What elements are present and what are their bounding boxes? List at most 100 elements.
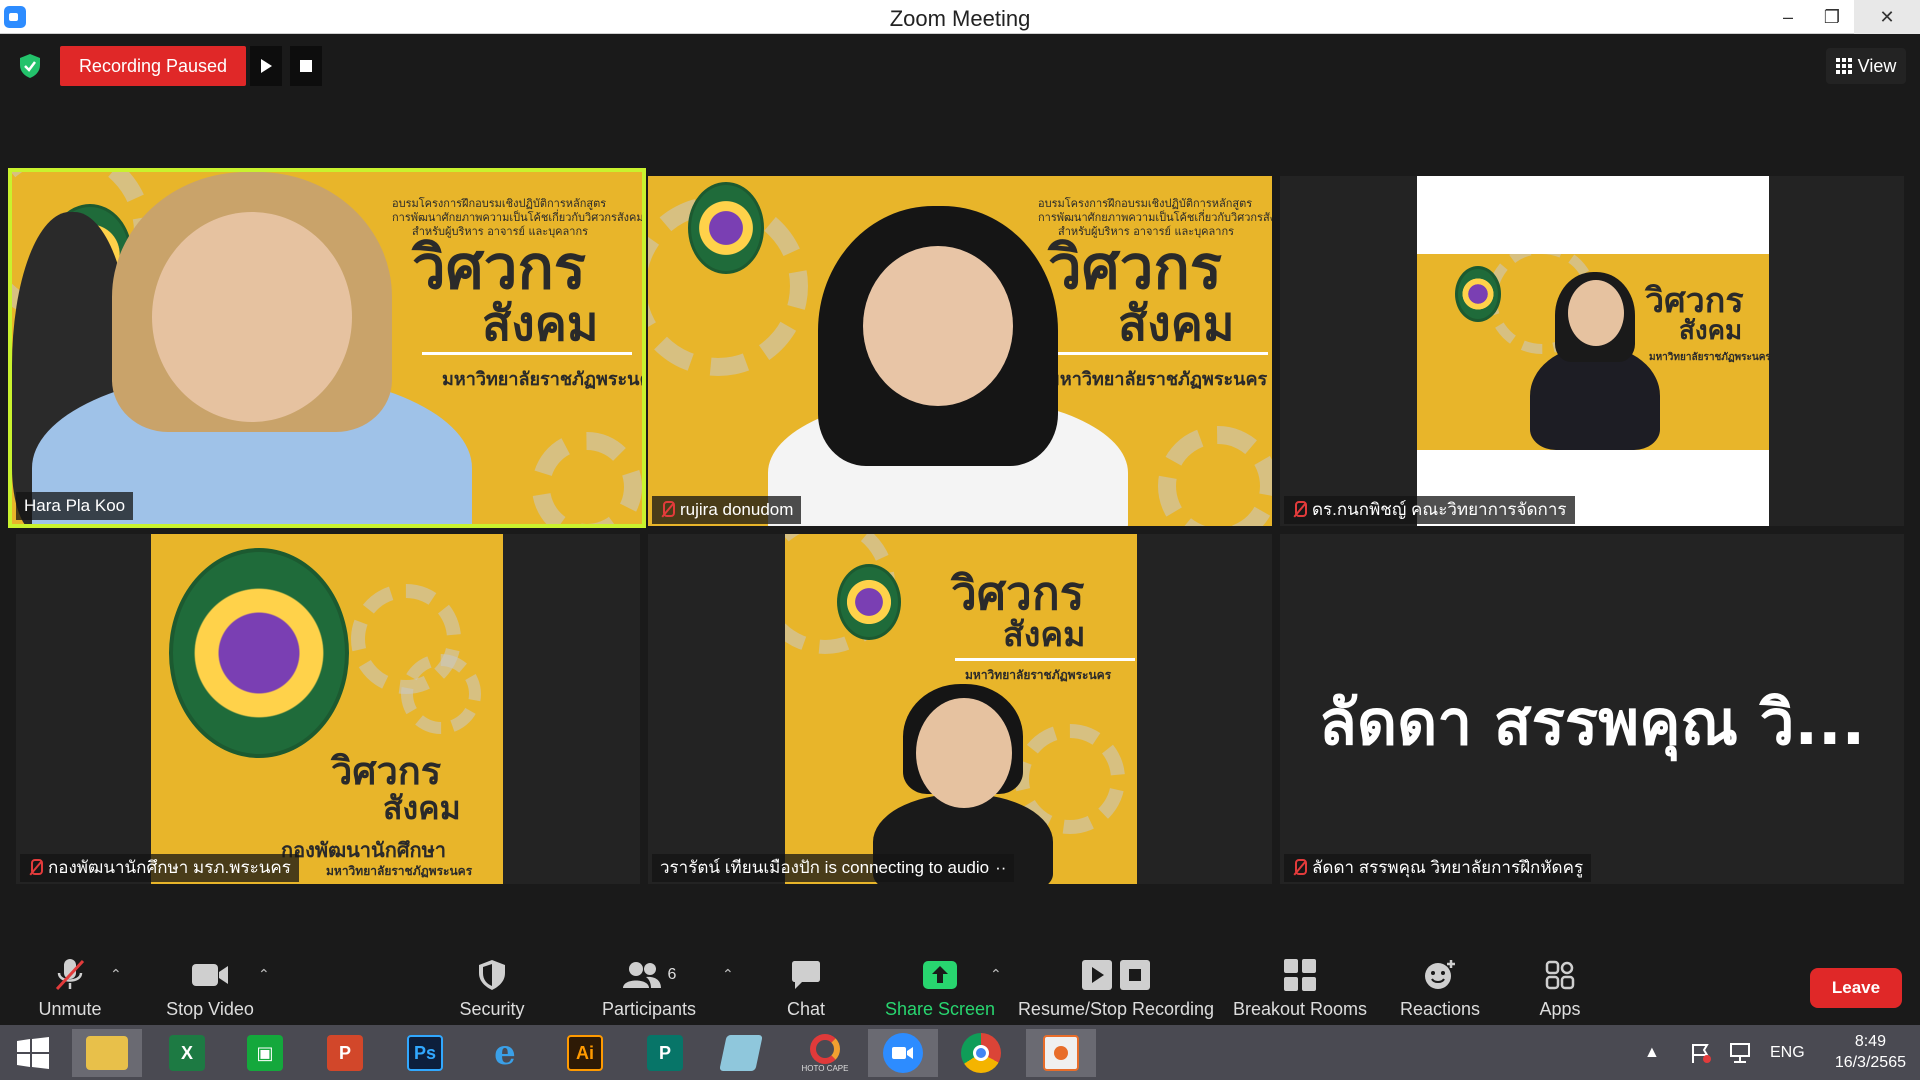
participant-face (863, 246, 1013, 406)
apps-icon (1545, 960, 1575, 990)
participant-name: rujira donudom (680, 500, 794, 519)
system-clock[interactable]: 8:49 16/3/2565 (1835, 1031, 1906, 1073)
participant-name: Hara Pla Koo (24, 496, 126, 515)
leave-button[interactable]: Leave (1810, 968, 1902, 1008)
store-taskbar-button[interactable]: ▣ (230, 1029, 300, 1077)
illustrator-taskbar-button[interactable]: Ai (550, 1029, 620, 1077)
audio-options-caret[interactable]: ⌃ (110, 966, 122, 983)
slide-university: มหาวิทยาลัยราชภัฏพระนคร (965, 668, 1112, 682)
share-screen-icon (923, 961, 957, 989)
notepad-taskbar-button[interactable] (706, 1029, 776, 1077)
unmute-label: Unmute (38, 999, 102, 1019)
stop-icon (300, 60, 312, 72)
participant-face (152, 212, 352, 422)
photoscape-taskbar-button[interactable]: HOTO CAPE (790, 1029, 860, 1077)
university-seal (1455, 266, 1501, 322)
breakout-rooms-button[interactable]: Breakout Rooms (1230, 950, 1370, 1020)
window-title: Zoom Meeting (889, 6, 1031, 31)
slide-title: วิศวกร (331, 749, 442, 793)
stop-video-label: Stop Video (166, 999, 254, 1019)
recording-label: Resume/Stop Recording (1017, 999, 1215, 1019)
internet-explorer-icon: e (494, 1033, 516, 1073)
publisher-taskbar-button[interactable]: P (630, 1029, 700, 1077)
close-button[interactable]: ✕ (1854, 0, 1920, 34)
video-tile-4[interactable]: วิศวกร สังคม กองพัฒนานักศึกษา มหาวิทยาลั… (16, 534, 640, 884)
stop-video-button[interactable]: Stop Video (160, 950, 260, 1020)
action-center-flag-icon[interactable] (1690, 1025, 1712, 1080)
folder-icon (86, 1036, 128, 1070)
photoshop-icon: Ps (407, 1035, 443, 1071)
video-tile-5[interactable]: วิศวกร สังคม มหาวิทยาลัยราชภัฏพระนคร วรา… (648, 534, 1272, 884)
share-screen-label: Share Screen (884, 999, 996, 1019)
gear-decoration (401, 654, 481, 734)
breakout-rooms-icon (1284, 959, 1316, 991)
video-tile-1[interactable]: อบรมโครงการฝึกอบรมเชิงปฏิบัติการหลักสูตร… (8, 168, 646, 528)
grid-icon (1835, 58, 1852, 74)
stop-record-icon (1120, 960, 1150, 990)
photoshop-taskbar-button[interactable]: Ps (390, 1029, 460, 1077)
minimize-button[interactable]: – (1766, 0, 1810, 34)
restore-button[interactable]: ❐ (1810, 0, 1854, 34)
virtual-background: วิศวกร สังคม กองพัฒนานักศึกษา มหาวิทยาลั… (151, 534, 503, 884)
start-button[interactable] (0, 1029, 66, 1077)
slide-divider (1048, 352, 1268, 355)
show-hidden-icons-button[interactable]: ▲ (1644, 1025, 1660, 1080)
participant-face (1568, 280, 1624, 346)
slide-university: มหาวิทยาลัยราชภัฏพระนคร (442, 369, 642, 390)
participant-face (916, 698, 1012, 808)
slide-title: สังคม (482, 296, 599, 352)
participant-display-name: ลัดดา สรรพคุณ วิ... (1318, 686, 1866, 759)
chrome-taskbar-button[interactable] (946, 1029, 1016, 1077)
network-icon[interactable] (1728, 1025, 1752, 1080)
slide-university: มหาวิทยาลัยราชภัฏพระนคร (1048, 369, 1268, 390)
chat-label: Chat (786, 999, 826, 1019)
unmute-button[interactable]: Unmute (30, 950, 110, 1020)
illustrator-icon: Ai (567, 1035, 603, 1071)
reactions-label: Reactions (1399, 999, 1481, 1019)
stop-recording-button[interactable] (290, 46, 322, 86)
slide-title: สังคม (383, 789, 461, 827)
windows-logo-icon (17, 1037, 49, 1069)
reactions-button[interactable]: Reactions (1390, 950, 1490, 1020)
resume-record-icon (1082, 960, 1112, 990)
muted-mic-icon (1292, 501, 1307, 519)
video-tile-2[interactable]: อบรมโครงการฝึกอบรมเชิงปฏิบัติการหลักสูตร… (648, 176, 1272, 526)
university-seal (688, 182, 764, 274)
zoom-taskbar-button[interactable] (868, 1029, 938, 1077)
slide-divider (422, 352, 632, 355)
excel-taskbar-button[interactable]: X (152, 1029, 222, 1077)
file-explorer-taskbar-button[interactable] (72, 1029, 142, 1077)
input-language-indicator[interactable]: ENG (1770, 1025, 1805, 1080)
participant-name-tag: rujira donudom (652, 496, 802, 524)
gear-decoration (1158, 426, 1272, 526)
resume-recording-button[interactable] (250, 46, 282, 86)
muted-mic-icon (1292, 859, 1307, 877)
university-seal (837, 564, 901, 640)
slide-title: สังคม (1679, 316, 1743, 346)
photos-taskbar-button[interactable] (1026, 1029, 1096, 1077)
share-screen-button[interactable]: Share Screen (880, 950, 1000, 1020)
resume-stop-recording-button[interactable]: Resume/Stop Recording (1016, 950, 1216, 1020)
participants-options-caret[interactable]: ⌃ (722, 966, 734, 983)
participants-button[interactable]: 6 Participants (594, 950, 704, 1020)
chat-button[interactable]: Chat (776, 950, 836, 1020)
slide-title: สังคม (1003, 615, 1086, 655)
chrome-icon (961, 1033, 1001, 1073)
participant-name-tag: กองพัฒนานักศึกษา มรภ.พระนคร (20, 854, 299, 882)
photoscape-label: HOTO CAPE (801, 1063, 849, 1073)
internet-explorer-taskbar-button[interactable]: e (470, 1029, 540, 1077)
video-options-caret[interactable]: ⌃ (258, 966, 270, 983)
meeting-toolbar: Unmute ⌃ Stop Video ⌃ Security 6 Partici… (0, 940, 1920, 1025)
video-tile-3[interactable]: วิศวกร สังคม มหาวิทยาลัยราชภัฏพระนคร ดร.… (1280, 176, 1904, 526)
muted-mic-icon (660, 501, 675, 519)
clock-time: 8:49 (1854, 1033, 1886, 1050)
powerpoint-taskbar-button[interactable]: P (310, 1029, 380, 1077)
participants-label: Participants (601, 999, 697, 1019)
view-button[interactable]: View (1826, 48, 1906, 84)
slide-title: สังคม (1118, 296, 1235, 352)
apps-button[interactable]: Apps (1520, 950, 1600, 1020)
share-options-caret[interactable]: ⌃ (990, 966, 1002, 983)
video-tile-6[interactable]: ลัดดา สรรพคุณ วิ... ลัดดา สรรพคุณ วิทยาล… (1280, 534, 1904, 884)
security-button[interactable]: Security (450, 950, 534, 1020)
university-seal (169, 548, 349, 758)
